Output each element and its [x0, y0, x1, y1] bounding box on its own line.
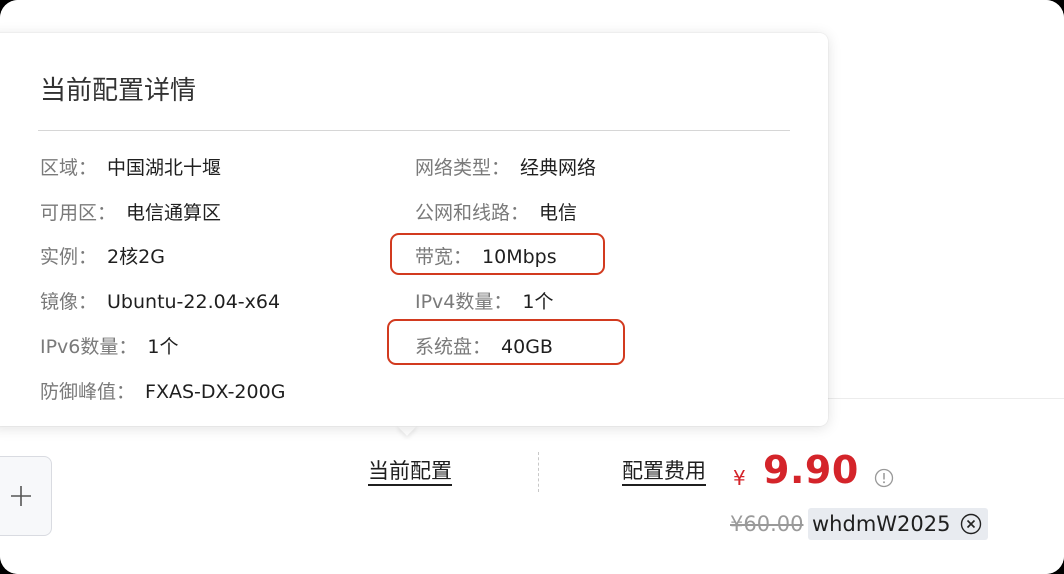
popover-title: 当前配置详情	[40, 76, 197, 106]
detail-key: 网络类型：	[415, 157, 511, 179]
detail-value: FXAS-DX-200G	[145, 381, 286, 403]
detail-value: 电信通算区	[126, 202, 222, 224]
detail-key: 公网和线路：	[415, 202, 530, 224]
coupon-tag: whdmW2025	[808, 508, 988, 540]
detail-value: 2核2G	[107, 246, 165, 268]
system-disk-highlight-box	[387, 319, 625, 365]
detail-value: Ubuntu-22.04-x64	[107, 291, 281, 313]
detail-row-instance: 实例： 2核2G	[40, 242, 165, 269]
detail-row-defense: 防御峰值： FXAS-DX-200G	[40, 377, 285, 404]
detail-row-network-type: 网络类型： 经典网络	[415, 153, 596, 180]
detail-value: 1个	[522, 291, 554, 313]
detail-value: 1个	[147, 336, 179, 358]
detail-value: 中国湖北十堰	[107, 157, 222, 179]
add-button[interactable]	[0, 456, 52, 536]
price-currency: ¥	[733, 466, 746, 490]
detail-key: 区域：	[40, 157, 98, 179]
detail-key: 防御峰值：	[40, 381, 136, 403]
footer-divider	[538, 452, 539, 492]
detail-row-zone: 可用区： 电信通算区	[40, 198, 221, 225]
detail-value: 电信	[539, 202, 578, 224]
bandwidth-highlight-box	[390, 233, 605, 275]
detail-key: 实例：	[40, 246, 98, 268]
detail-key: IPv6数量：	[40, 336, 138, 358]
detail-row-ipv4: IPv4数量： 1个	[415, 287, 554, 314]
original-price: ¥60.00	[730, 512, 804, 536]
close-circle-icon[interactable]	[960, 513, 982, 535]
coupon-code: whdmW2025	[812, 512, 951, 536]
plus-icon	[11, 486, 31, 506]
popover-divider	[38, 130, 790, 131]
current-config-link[interactable]: 当前配置	[368, 455, 452, 485]
detail-row-ipv6: IPv6数量： 1个	[40, 332, 179, 359]
detail-key: 镜像：	[40, 291, 98, 313]
detail-value: 经典网络	[520, 157, 597, 179]
stage: 当前配置 配置费用 ¥ 9.90 ¥60.00 whdmW2025 当前配置详情…	[0, 0, 1064, 574]
detail-row-region: 区域： 中国湖北十堰	[40, 153, 221, 180]
detail-row-image: 镜像： Ubuntu-22.04-x64	[40, 287, 280, 314]
config-fee-link[interactable]: 配置费用	[622, 455, 706, 485]
detail-key: IPv4数量：	[415, 291, 513, 313]
detail-row-public-line: 公网和线路： 电信	[415, 198, 577, 225]
price-value: 9.90	[763, 448, 859, 492]
detail-key: 可用区：	[40, 202, 117, 224]
info-icon[interactable]	[874, 468, 894, 488]
